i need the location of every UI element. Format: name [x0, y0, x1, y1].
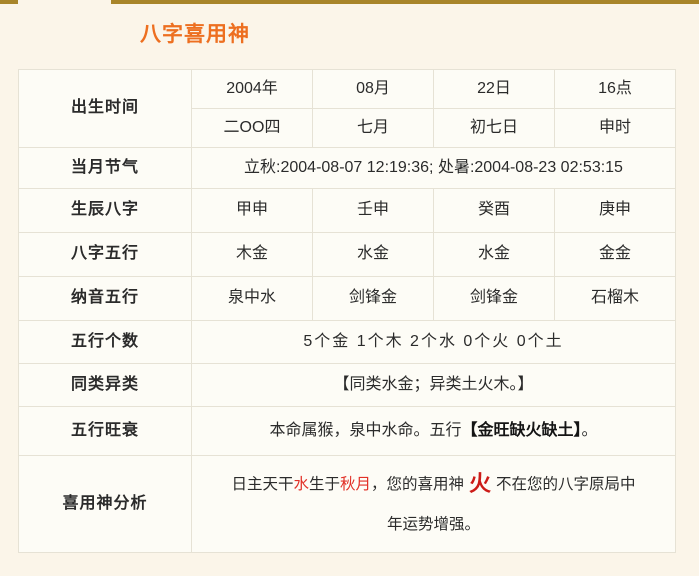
- pillar-year: 甲申: [191, 188, 313, 233]
- analysis-season-autumn: 秋月: [339, 475, 371, 493]
- row-label-five-elements: 八字五行: [18, 232, 192, 277]
- birth-month-lunar: 七月: [312, 108, 434, 148]
- analysis-part-1: 日主天干: [231, 475, 294, 493]
- solar-terms-value: 立秋:2004-08-07 12:19:36; 处暑:2004-08-23 02…: [191, 147, 676, 189]
- birth-year-lunar: 二OO四: [191, 108, 313, 148]
- table-row-same-different: 同类异类 【同类水金；异类土火木。】: [18, 363, 676, 407]
- birth-day-solar: 22日: [433, 69, 555, 109]
- nayin-hour: 石榴木: [554, 276, 676, 321]
- table-row-solar-terms: 当月节气 立秋:2004-08-07 12:19:36; 处暑:2004-08-…: [18, 147, 676, 189]
- element-hour: 金金: [554, 232, 676, 277]
- table-row-eight-characters: 生辰八字 甲申 壬申 癸酉 庚申: [18, 188, 676, 233]
- prosperity-value: 本命属猴，泉中水命。五行【金旺缺火缺土】。: [191, 406, 676, 456]
- table-row-nayin: 纳音五行 泉中水 剑锋金 剑锋金 石榴木: [18, 276, 676, 321]
- table-row-five-elements: 八字五行 木金 水金 水金 金金: [18, 232, 676, 277]
- prosperity-suffix: 。: [581, 421, 598, 439]
- table-row-birth-time-solar: 出生时间 2004年 08月 22日 16点: [18, 69, 676, 148]
- element-month: 水金: [312, 232, 434, 277]
- pillar-day: 癸酉: [433, 188, 555, 233]
- top-border-notch: [18, 0, 111, 4]
- favorable-god-value: 日主天干水生于秋月，您的喜用神火不在您的八字原局中 年运势增强。: [191, 455, 676, 553]
- analysis-part-3: ，您的喜用神: [371, 475, 465, 493]
- birth-hour-solar: 16点: [554, 69, 676, 109]
- row-label-birth-time: 出生时间: [18, 69, 192, 148]
- bazi-table: 出生时间 2004年 08月 22日 16点 二OO四 七月 初七日 申时 当月…: [18, 69, 676, 553]
- row-label-nayin: 纳音五行: [18, 276, 192, 321]
- row-label-favorable-god: 喜用神分析: [18, 455, 192, 553]
- bazi-result-page: 八字喜用神 出生时间 2004年 08月 22日 16点 二OO四 七月 初七日…: [0, 0, 699, 576]
- prosperity-emphasis: 【金旺缺火缺土】: [461, 421, 582, 439]
- birth-day-lunar: 初七日: [433, 108, 555, 148]
- pillar-month: 壬申: [312, 188, 434, 233]
- analysis-part-2: 生于: [308, 475, 340, 493]
- table-row-favorable-god: 喜用神分析 日主天干水生于秋月，您的喜用神火不在您的八字原局中 年运势增强。: [18, 455, 676, 553]
- bazi-table-container: 出生时间 2004年 08月 22日 16点 二OO四 七月 初七日 申时 当月…: [18, 69, 676, 553]
- row-label-solar-terms: 当月节气: [18, 147, 192, 189]
- row-label-prosperity: 五行旺衰: [18, 406, 192, 456]
- row-label-element-counts: 五行个数: [18, 320, 192, 364]
- row-label-same-different: 同类异类: [18, 363, 192, 407]
- table-row-prosperity: 五行旺衰 本命属猴，泉中水命。五行【金旺缺火缺土】。: [18, 406, 676, 456]
- prosperity-prefix: 本命属猴，泉中水命。五行: [269, 421, 462, 439]
- element-counts-value: 5个金 1个木 2个水 0个火 0个土: [191, 320, 676, 364]
- nayin-year: 泉中水: [191, 276, 313, 321]
- element-year: 木金: [191, 232, 313, 277]
- birth-month-solar: 08月: [312, 69, 434, 109]
- birth-hour-lunar: 申时: [554, 108, 676, 148]
- nayin-month: 剑锋金: [312, 276, 434, 321]
- nayin-day: 剑锋金: [433, 276, 555, 321]
- analysis-part-4: 不在您的八字原局中: [496, 475, 636, 493]
- analysis-element-fire: 火: [469, 470, 492, 496]
- same-different-value: 【同类水金；异类土火木。】: [191, 363, 676, 407]
- pillar-hour: 庚申: [554, 188, 676, 233]
- table-row-element-counts: 五行个数 5个金 1个木 2个水 0个火 0个土: [18, 320, 676, 364]
- favorable-god-analysis-text: 日主天干水生于秋月，您的喜用神火不在您的八字原局中 年运势增强。: [192, 464, 675, 545]
- birth-year-solar: 2004年: [191, 69, 313, 109]
- page-title: 八字喜用神: [140, 23, 250, 46]
- analysis-element-water: 水: [293, 475, 309, 493]
- row-label-eight-characters: 生辰八字: [18, 188, 192, 233]
- element-day: 水金: [433, 232, 555, 277]
- analysis-line-2: 年运势增强。: [386, 515, 480, 533]
